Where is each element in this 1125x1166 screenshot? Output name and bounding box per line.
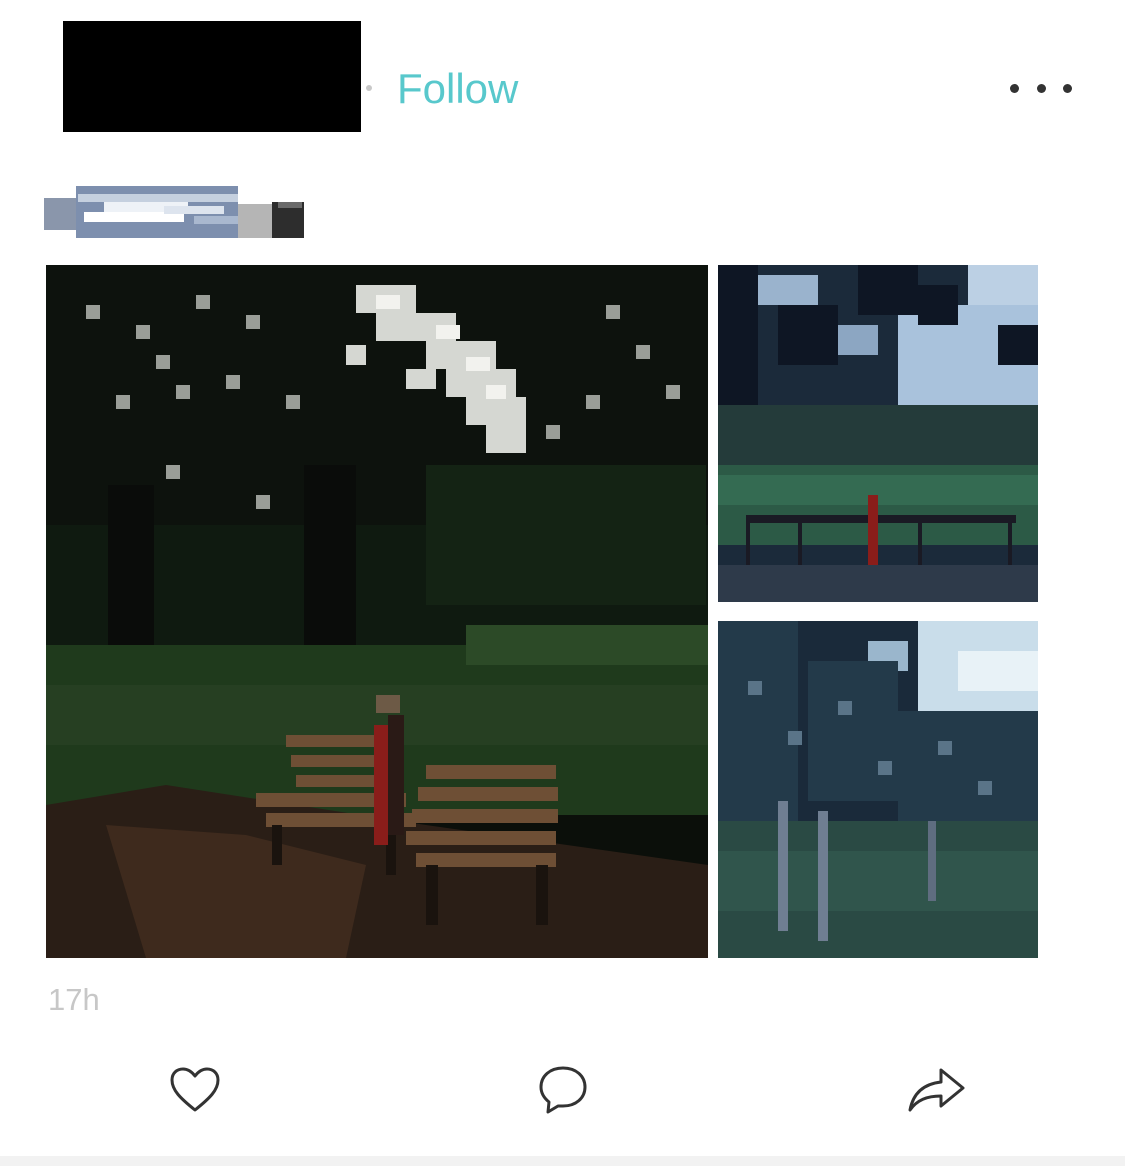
separator-dot <box>366 85 372 91</box>
more-dot <box>1036 83 1046 93</box>
more-dot <box>1063 83 1072 93</box>
share-button[interactable] <box>907 1062 967 1118</box>
post-card: Follow 17h <box>0 0 1125 1156</box>
comment-bubble-icon <box>539 1066 587 1114</box>
caption-pixelated <box>44 186 304 238</box>
share-arrow-icon <box>908 1068 965 1112</box>
like-button[interactable] <box>165 1062 225 1118</box>
photo-park-trees[interactable] <box>718 621 1038 958</box>
feed-divider <box>0 1156 1125 1166</box>
post-timestamp: 17h <box>48 982 100 1017</box>
heart-icon <box>170 1067 220 1112</box>
photo-park-bench[interactable] <box>46 265 708 958</box>
username-redacted[interactable] <box>63 21 361 132</box>
more-options-icon[interactable] <box>1010 70 1072 106</box>
photo-park-fence[interactable] <box>718 265 1038 602</box>
comment-button[interactable] <box>533 1062 593 1118</box>
more-dot <box>1010 83 1019 93</box>
follow-button[interactable]: Follow <box>397 64 518 114</box>
